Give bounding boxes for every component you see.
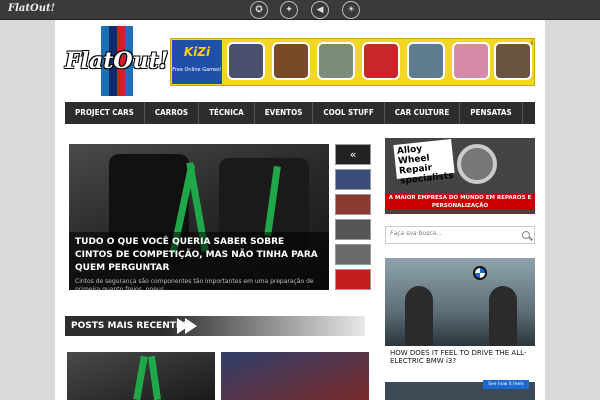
- chevron-right-icon: [185, 318, 197, 334]
- nav-item[interactable]: PENSATAS: [460, 102, 523, 124]
- video-ad[interactable]: HOW DOES IT FEEL TO DRIVE THE ALL-ELECTR…: [385, 258, 535, 400]
- video-scene: [385, 258, 535, 346]
- video-ad-button[interactable]: See how it feels: [483, 380, 529, 389]
- post-thumbnail[interactable]: [67, 352, 215, 400]
- nav-item[interactable]: PROJECT CARS: [65, 102, 145, 124]
- nav-item[interactable]: CARROS: [145, 102, 200, 124]
- game-thumb[interactable]: [227, 42, 265, 80]
- nav-item[interactable]: EVENTOS: [255, 102, 314, 124]
- megaphone-icon[interactable]: ◀: [311, 1, 329, 19]
- badge-icon[interactable]: ✦: [280, 1, 298, 19]
- search-input[interactable]: [390, 230, 510, 237]
- video-ad-text: HOW DOES IT FEEL TO DRIVE THE ALL-ELECTR…: [385, 346, 535, 382]
- page-container: FlatOut! KiZi Free Online Games! i PROJE…: [55, 20, 545, 400]
- post-thumbnail[interactable]: [221, 352, 369, 400]
- game-thumb[interactable]: [317, 42, 355, 80]
- game-thumb[interactable]: [494, 42, 532, 80]
- section-title: POSTS MAIS RECENTES: [71, 321, 189, 331]
- game-thumb[interactable]: [452, 42, 490, 80]
- slider-thumb[interactable]: [335, 169, 371, 190]
- bmw-logo-icon: [473, 266, 487, 280]
- hero-caption: TUDO O QUE VOCÊ QUERIA SABER SOBRE CINTO…: [69, 232, 329, 290]
- slider-prev-button[interactable]: «: [335, 144, 371, 165]
- slider-thumb[interactable]: [335, 269, 371, 290]
- nav-item[interactable]: COOL STUFF: [313, 102, 385, 124]
- slider-thumb[interactable]: [335, 244, 371, 265]
- hero-title[interactable]: TUDO O QUE VOCÊ QUERIA SABER SOBRE CINTO…: [75, 236, 323, 275]
- hero-excerpt: Cintos de segurança são componentes tão …: [75, 278, 314, 290]
- ad-banner[interactable]: KiZi Free Online Games! i: [170, 38, 535, 86]
- side-ad-brand: Alloy Wheel Repair specialists: [393, 139, 455, 187]
- game-thumb[interactable]: [362, 42, 400, 80]
- featured-slider[interactable]: TUDO O QUE VOCÊ QUERIA SABER SOBRE CINTO…: [69, 144, 329, 290]
- ad-tagline: Free Online Games!: [172, 67, 222, 73]
- slider-thumb[interactable]: [335, 194, 371, 215]
- ad-info-icon[interactable]: i: [531, 39, 533, 47]
- logo-text: FlatOut!: [65, 48, 169, 74]
- nav-item[interactable]: CAR CULTURE: [385, 102, 461, 124]
- main-nav: PROJECT CARS CARROS TÉCNICA EVENTOS COOL…: [65, 102, 535, 124]
- lightbulb-icon[interactable]: ☀: [342, 1, 360, 19]
- emblem-icon[interactable]: ✪: [250, 1, 268, 19]
- side-ad-bar: A MAIOR EMPRESA DO MUNDO EM REPAROS E PE…: [385, 194, 535, 210]
- ad-brand: KiZi Free Online Games!: [172, 40, 222, 84]
- site-logo[interactable]: FlatOut!: [65, 26, 169, 96]
- search-box: [385, 226, 535, 244]
- section-header: POSTS MAIS RECENTES: [65, 316, 365, 336]
- ad-brand-name: KiZi: [183, 45, 211, 59]
- wheel-image: [457, 144, 497, 184]
- nav-item[interactable]: TÉCNICA: [199, 102, 255, 124]
- top-bar: FlatOut! ✪ ✦ ◀ ☀: [0, 0, 600, 20]
- mini-logo[interactable]: FlatOut!: [8, 3, 55, 14]
- search-icon[interactable]: [522, 231, 530, 239]
- game-thumb[interactable]: [407, 42, 445, 80]
- person-image: [489, 286, 517, 346]
- slider-thumb[interactable]: [335, 219, 371, 240]
- side-ad[interactable]: Alloy Wheel Repair specialists A MAIOR E…: [385, 138, 535, 214]
- slider-thumbnails: «: [335, 144, 371, 290]
- game-thumb[interactable]: [272, 42, 310, 80]
- person-image: [405, 286, 433, 346]
